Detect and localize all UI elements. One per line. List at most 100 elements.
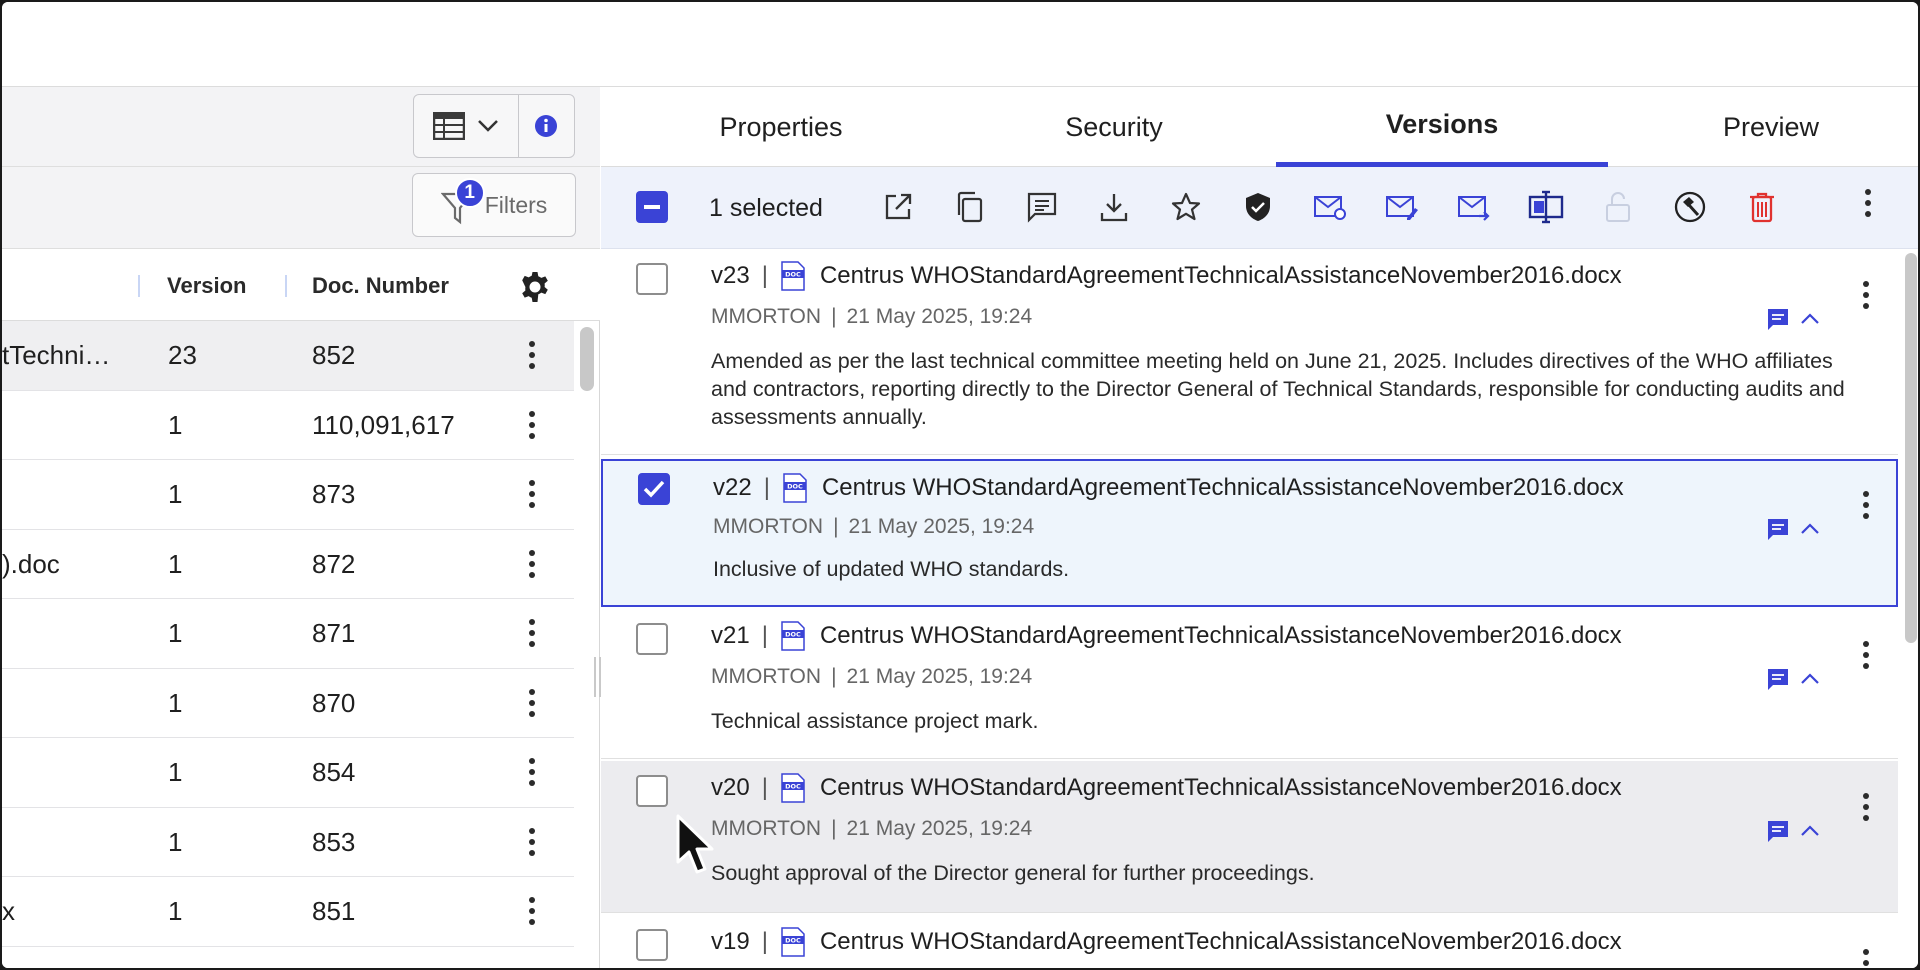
table-row[interactable]: 1 110,091,617 [2,391,574,460]
document-rows: tTechni… 23 852 1 110,091,617 1 873 ).do… [2,321,574,947]
version-description: Sought approval of the Director general … [711,861,1315,885]
mouse-cursor-icon [676,814,714,874]
download-button[interactable] [1096,189,1132,225]
cell-doc-number: 852 [312,340,356,370]
tab-properties[interactable]: Properties [661,87,901,167]
row-menu-icon[interactable] [529,480,535,508]
email-send-button[interactable] [1456,189,1492,225]
checkmark-icon [643,480,665,498]
tab-preview[interactable]: Preview [1651,87,1891,167]
comment-button[interactable] [1024,189,1060,225]
select-all-checkbox[interactable] [636,191,668,223]
table-row[interactable]: 1 870 [2,669,574,738]
row-menu-icon[interactable] [529,758,535,786]
view-switcher [413,94,575,158]
version-date: 21 May 2025, 19:24 [848,515,1035,538]
doc-file-icon: DOC [781,621,805,651]
file-name[interactable]: Centrus WHOStandardAgreementTechnicalAss… [820,622,1622,650]
version-checkbox[interactable] [636,929,668,961]
open-external-button[interactable] [880,189,916,225]
svg-text:DOC: DOC [785,631,801,639]
version-checkbox[interactable] [636,263,668,295]
column-separator [285,275,287,297]
chevron-up-icon[interactable] [1800,672,1820,686]
version-checkbox[interactable] [636,775,668,807]
table-row[interactable]: ).doc 1 872 [2,530,574,599]
version-description: Amended as per the last technical commit… [711,349,1845,429]
copy-button[interactable] [952,189,988,225]
row-menu-icon[interactable] [529,897,535,925]
mail-link-icon [1314,196,1346,220]
chevron-up-icon[interactable] [1800,824,1820,838]
delete-button[interactable] [1744,189,1780,225]
version-menu-icon[interactable] [1863,793,1869,821]
version-item[interactable]: v20 | DOC Centrus WHOStandardAgreementTec… [601,761,1898,913]
version-checkbox[interactable] [638,473,670,505]
table-row[interactable]: 1 853 [2,808,574,877]
table-row[interactable]: 1 854 [2,738,574,808]
unlock-button[interactable] [1600,189,1636,225]
table-row[interactable]: x 1 851 [2,877,574,947]
versions-scrollbar[interactable] [1905,253,1917,643]
email-link-button[interactable] [1312,189,1348,225]
version-item[interactable]: v19 | DOC Centrus WHOStandardAgreementTec… [601,915,1898,968]
file-name[interactable]: Centrus WHOStandardAgreementTechnicalAss… [820,774,1622,802]
cell-doc-number: 870 [312,687,356,718]
cell-doc-number: 873 [312,479,356,509]
chevron-up-icon[interactable] [1800,312,1820,326]
column-header-doc-number[interactable]: Doc. Number [312,273,449,299]
table-row[interactable]: 1 873 [2,460,574,530]
filters-button[interactable]: 1 Filters [412,173,576,237]
version-menu-icon[interactable] [1863,949,1869,968]
list-scrollbar[interactable] [580,327,594,391]
comment-filled-icon[interactable] [1766,517,1790,541]
email-edit-button[interactable] [1384,189,1420,225]
filter-count-badge: 1 [454,178,485,208]
compare-button[interactable] [1528,189,1564,225]
column-header-version[interactable]: Version [167,273,246,299]
row-menu-icon[interactable] [529,827,535,856]
version-date: 21 May 2025, 19:24 [846,665,1033,688]
file-name[interactable]: Centrus WHOStandardAgreementTechnicalAss… [820,928,1622,956]
cell-version: 1 [168,687,183,718]
table-row[interactable]: tTechni… 23 852 [2,321,574,391]
table-row[interactable]: 1 871 [2,599,574,669]
app-window: 1 Filters Version Doc. Number tTechni… 2… [2,2,1918,968]
file-name[interactable]: Centrus WHOStandardAgreementTechnicalAss… [822,474,1624,502]
version-menu-icon[interactable] [1863,491,1869,519]
table-view-button[interactable] [414,95,519,157]
versions-toolbar: 1 selected [601,167,1918,249]
star-icon [1171,192,1201,221]
row-menu-icon[interactable] [529,549,535,578]
favorite-button[interactable] [1168,189,1204,225]
version-user: MMORTON [711,817,822,840]
toolbar-menu-icon[interactable] [1865,189,1871,217]
column-separator [138,275,140,297]
tab-security[interactable]: Security [994,87,1234,167]
version-item-selected[interactable]: v22 | DOC Centrus WHOStandardAgreementTec… [601,459,1898,607]
comment-filled-icon[interactable] [1766,307,1790,331]
chevron-up-icon[interactable] [1800,522,1820,536]
legal-hold-button[interactable] [1672,189,1708,225]
cell-version: 1 [168,409,183,440]
version-item[interactable]: v23 | DOC Centrus WHOStandardAgreementTec… [601,249,1898,455]
version-menu-icon[interactable] [1863,641,1869,669]
row-menu-icon[interactable] [529,688,535,717]
cell-version: 1 [168,896,183,926]
row-menu-icon[interactable] [529,410,535,439]
row-menu-icon[interactable] [529,341,535,369]
comment-filled-icon[interactable] [1766,667,1790,691]
tab-versions[interactable]: Versions [1276,87,1608,167]
security-button[interactable] [1240,189,1276,225]
version-menu-icon[interactable] [1863,281,1869,309]
cell-version: 1 [168,618,183,648]
version-checkbox[interactable] [636,623,668,655]
row-menu-icon[interactable] [529,619,535,647]
compare-icon [1528,190,1564,224]
mail-send-icon [1458,196,1490,221]
info-button[interactable] [519,95,574,157]
version-item[interactable]: v21 | DOC Centrus WHOStandardAgreementTec… [601,609,1898,759]
comment-filled-icon[interactable] [1766,819,1790,843]
file-name[interactable]: Centrus WHOStandardAgreementTechnicalAss… [820,262,1622,290]
gear-icon[interactable] [519,271,551,303]
